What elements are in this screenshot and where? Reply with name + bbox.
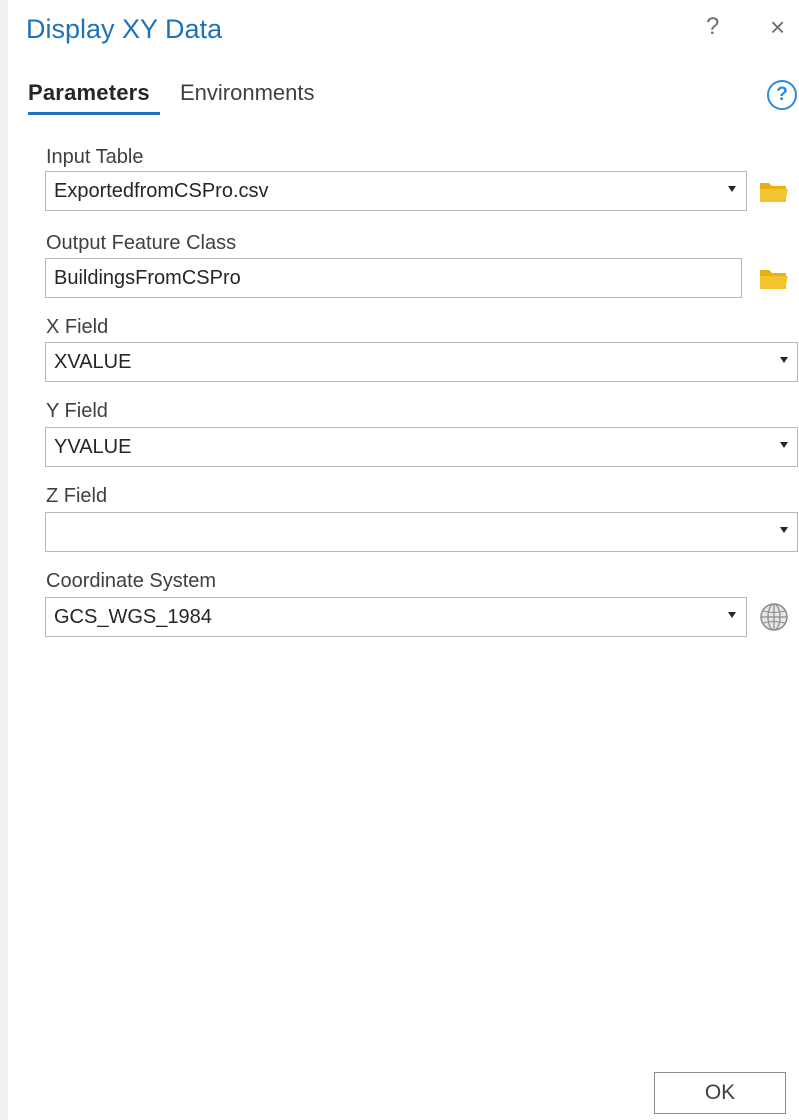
- globe-icon[interactable]: [759, 602, 789, 632]
- tool-help-icon[interactable]: ?: [767, 80, 797, 110]
- output-feature-class-input[interactable]: BuildingsFromCSPro: [45, 258, 742, 298]
- y-field-value: YVALUE: [54, 436, 132, 458]
- input-table-label: Input Table: [46, 146, 144, 168]
- ok-button[interactable]: OK: [654, 1072, 786, 1114]
- geoprocessing-pane: Display XY Data ? × Parameters Environme…: [0, 0, 799, 1120]
- chevron-down-icon[interactable]: [780, 527, 788, 533]
- page-title: Display XY Data: [26, 14, 223, 44]
- chevron-down-icon[interactable]: [780, 357, 788, 363]
- coordinate-system-label: Coordinate System: [46, 570, 217, 592]
- x-field-label: X Field: [46, 316, 109, 338]
- tab-environments[interactable]: Environments: [180, 76, 315, 110]
- coordinate-system-combobox[interactable]: GCS_WGS_1984: [45, 597, 747, 637]
- output-feature-class-label: Output Feature Class: [46, 232, 237, 254]
- input-table-combobox[interactable]: ExportedfromCSPro.csv: [45, 171, 747, 211]
- input-table-value: ExportedfromCSPro.csv: [54, 180, 269, 202]
- help-button[interactable]: ?: [706, 12, 719, 42]
- chevron-down-icon[interactable]: [780, 442, 788, 448]
- folder-icon[interactable]: [758, 265, 790, 291]
- folder-icon[interactable]: [758, 178, 790, 204]
- chevron-down-icon[interactable]: [728, 612, 736, 618]
- y-field-dropdown[interactable]: YVALUE: [45, 427, 798, 467]
- pane-left-edge: [0, 0, 8, 1120]
- y-field-label: Y Field: [46, 400, 108, 422]
- z-field-label: Z Field: [46, 485, 108, 507]
- x-field-value: XVALUE: [54, 351, 132, 373]
- tab-parameters[interactable]: Parameters: [28, 76, 150, 110]
- close-button[interactable]: ×: [770, 12, 785, 42]
- z-field-dropdown[interactable]: [45, 512, 798, 552]
- chevron-down-icon[interactable]: [728, 186, 736, 192]
- output-feature-class-value: BuildingsFromCSPro: [54, 267, 241, 289]
- active-tab-indicator: [28, 112, 160, 115]
- coordinate-system-value: GCS_WGS_1984: [54, 606, 212, 628]
- x-field-dropdown[interactable]: XVALUE: [45, 342, 798, 382]
